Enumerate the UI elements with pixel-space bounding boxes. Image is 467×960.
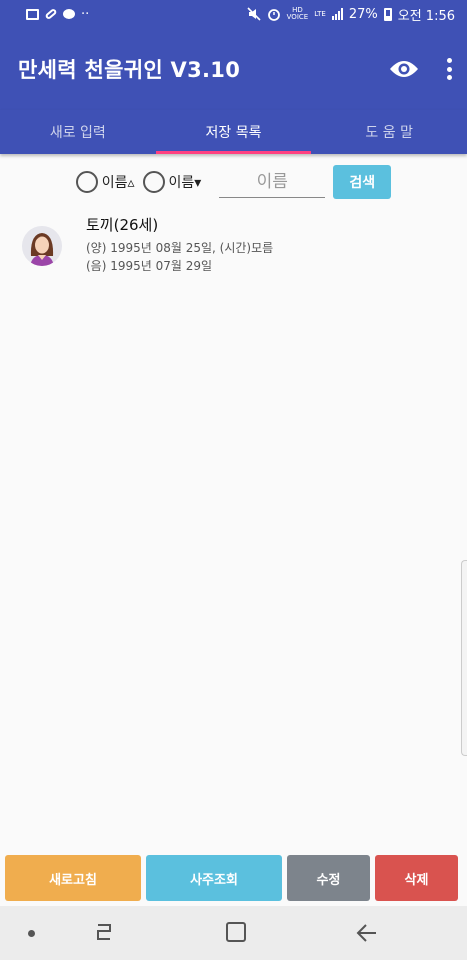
alarm-icon xyxy=(267,9,280,21)
more-vert-icon[interactable] xyxy=(445,58,453,80)
refresh-button[interactable]: 새로고침 xyxy=(5,855,141,901)
hd-voice-indicator: HD VOICE xyxy=(287,7,309,21)
image-notification-icon xyxy=(26,8,39,20)
list-item-text: 토끼(26세) (양) 1995년 08월 25일, (시간)모름 (음) 19… xyxy=(86,214,273,275)
female-avatar-icon xyxy=(22,226,62,266)
tab-saved-list[interactable]: 저장 목록 xyxy=(155,110,312,154)
eye-icon[interactable] xyxy=(389,58,419,80)
tab-new-entry[interactable]: 새로 입력 xyxy=(0,110,156,154)
saved-list: 토끼(26세) (양) 1995년 08월 25일, (시간)모름 (음) 19… xyxy=(0,210,467,274)
status-notifications: ·· xyxy=(26,7,89,22)
saju-lookup-button[interactable]: 사주조회 xyxy=(146,855,282,901)
tab-bar: 새로 입력 저장 목록 도 움 말 xyxy=(0,110,467,154)
sort-name-desc-option[interactable]: 이름▾ xyxy=(142,171,202,193)
clock: 오전 1:56 xyxy=(397,8,455,24)
sort-name-asc-radio[interactable] xyxy=(75,171,98,193)
home-icon[interactable] xyxy=(226,922,246,942)
tab-help[interactable]: 도 움 말 xyxy=(311,110,467,154)
list-item-solar-date: (양) 1995년 08월 25일, (시간)모름 xyxy=(86,241,274,255)
chat-notification-icon xyxy=(63,9,75,19)
pill-notification-icon xyxy=(44,7,58,21)
nav-dot-icon[interactable] xyxy=(28,930,35,937)
status-indicators: HD VOICE LTE 27% 오전 1:56 xyxy=(247,5,455,24)
back-icon[interactable] xyxy=(354,922,378,944)
search-row: 이름▵ 이름▾ 검색 xyxy=(0,162,467,202)
list-item[interactable]: 토끼(26세) (양) 1995년 08월 25일, (시간)모름 (음) 19… xyxy=(0,210,467,274)
app-bar-actions xyxy=(389,58,453,80)
hd-sub-label: VOICE xyxy=(286,13,309,21)
sort-name-desc-radio[interactable] xyxy=(142,171,165,193)
list-item-title: 토끼(26세) xyxy=(86,216,159,234)
app-bar: 만세력 천을귀인 V3.10 xyxy=(0,28,467,110)
more-notifications-icon: ·· xyxy=(81,6,90,22)
edit-button[interactable]: 수정 xyxy=(287,855,370,901)
battery-percent: 27% xyxy=(348,6,378,22)
network-type: LTE xyxy=(314,9,326,18)
battery-icon xyxy=(383,7,392,21)
bottom-action-bar: 새로고침 사주조회 수정 삭제 xyxy=(0,855,467,901)
recent-apps-icon[interactable] xyxy=(92,922,116,944)
sort-name-desc-label: 이름▾ xyxy=(168,175,202,191)
name-search-input[interactable] xyxy=(219,166,326,198)
delete-button[interactable]: 삭제 xyxy=(375,855,458,901)
status-bar: ·· HD VOICE LTE 27% 오전 1:56 xyxy=(0,0,467,28)
mute-icon xyxy=(247,7,261,21)
signal-icon xyxy=(331,8,343,20)
search-button[interactable]: 검색 xyxy=(333,165,392,199)
system-nav-bar xyxy=(0,906,467,960)
scroll-indicator[interactable] xyxy=(461,560,467,756)
app-title: 만세력 천을귀인 V3.10 xyxy=(18,58,241,82)
sort-name-asc-option[interactable]: 이름▵ xyxy=(75,171,135,193)
sort-name-asc-label: 이름▵ xyxy=(101,175,135,191)
list-item-lunar-date: (음) 1995년 07월 29일 xyxy=(86,259,213,273)
